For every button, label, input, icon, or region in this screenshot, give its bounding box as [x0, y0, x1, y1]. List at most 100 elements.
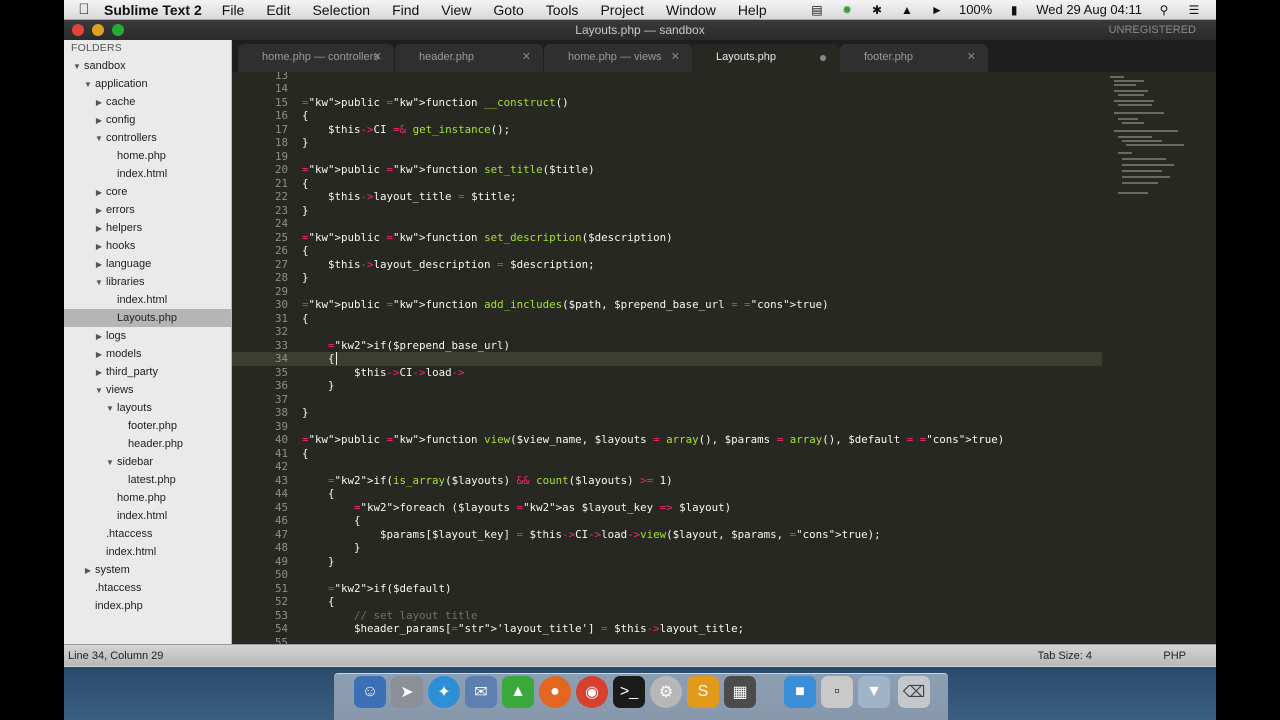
sidebar-item[interactable]: ▶ logs	[64, 327, 231, 346]
code-line[interactable]: ="kw2">if(is_array($layouts) && count($l…	[302, 474, 673, 488]
tab-home-views[interactable]: home.php — views ✕	[544, 44, 692, 72]
syntax-selector[interactable]: PHP	[1163, 645, 1186, 667]
code-line[interactable]: {	[302, 312, 309, 326]
disclosure-closed-icon[interactable]: ▶	[94, 184, 104, 202]
code-line[interactable]: ="kw2">if($prepend_base_url)	[302, 339, 510, 353]
chrome-icon[interactable]: ◉	[576, 676, 608, 708]
disclosure-closed-icon[interactable]: ▶	[94, 346, 104, 364]
volume-icon[interactable]: ►	[929, 3, 945, 17]
menu-file[interactable]: File	[222, 2, 245, 18]
disclosure-open-icon[interactable]: ▼	[105, 454, 115, 472]
code-line[interactable]: {	[302, 177, 309, 191]
disclosure-open-icon[interactable]: ▼	[94, 274, 104, 292]
sidebar-item[interactable]: home.php	[64, 147, 231, 165]
sidebar-item[interactable]: footer.php	[64, 417, 231, 435]
disclosure-open-icon[interactable]: ▼	[83, 76, 93, 94]
disclosure-closed-icon[interactable]: ▶	[94, 202, 104, 220]
battery-icon[interactable]: ▮	[1006, 3, 1022, 17]
tab-header[interactable]: header.php ✕	[395, 44, 543, 72]
menu-help[interactable]: Help	[738, 2, 767, 18]
code-line[interactable]: }	[302, 379, 335, 393]
disclosure-closed-icon[interactable]: ▶	[94, 112, 104, 130]
sidebar-item[interactable]: ▼ sidebar	[64, 453, 231, 472]
menu-edit[interactable]: Edit	[266, 2, 290, 18]
downloads-folder-icon[interactable]: ▼	[858, 676, 890, 708]
menu-project[interactable]: Project	[600, 2, 644, 18]
sidebar-item[interactable]: index.html	[64, 165, 231, 183]
sidebar-item[interactable]: ▶ system	[64, 561, 231, 580]
code-line[interactable]: ="kw">public ="kw">function set_title($t…	[302, 163, 595, 177]
spotlight-search-icon[interactable]: ⚲	[1156, 3, 1172, 17]
sidebar-item[interactable]: ▶ helpers	[64, 219, 231, 237]
code-line[interactable]: ="kw">public ="kw">function set_descript…	[302, 231, 673, 245]
code-line[interactable]: {	[302, 595, 335, 609]
mail-icon[interactable]: ✉	[465, 676, 497, 708]
clock[interactable]: Wed 29 Aug 04:11	[1036, 2, 1142, 17]
disclosure-closed-icon[interactable]: ▶	[94, 256, 104, 274]
sidebar-item[interactable]: ▶ errors	[64, 201, 231, 220]
disclosure-closed-icon[interactable]: ▶	[83, 562, 93, 580]
documents-stack-icon[interactable]: ▫	[821, 676, 853, 708]
code-line[interactable]: $this->layout_title = $title;	[302, 190, 517, 204]
code-line[interactable]: $this->layout_description = $description…	[302, 258, 595, 272]
sidebar-item[interactable]: ▶ hooks	[64, 237, 231, 255]
sidebar-item[interactable]: ▶ language	[64, 255, 231, 274]
code-line[interactable]: // set layout title	[302, 609, 478, 623]
trash-icon[interactable]: ⌫	[898, 676, 930, 708]
sidebar-item[interactable]: ▶ models	[64, 345, 231, 364]
close-tab-icon[interactable]: ✕	[671, 44, 680, 70]
code-line[interactable]: ="kw2">foreach ($layouts ="kw2">as $layo…	[302, 501, 731, 515]
app-name-menu[interactable]: Sublime Text 2	[104, 2, 202, 18]
sidebar-item[interactable]: .htaccess	[64, 525, 231, 543]
code-line[interactable]: {	[302, 514, 361, 528]
sidebar-item[interactable]: ▼ views	[64, 381, 231, 400]
firefox-icon[interactable]: ●	[539, 676, 571, 708]
disclosure-open-icon[interactable]: ▼	[105, 400, 115, 418]
sidebar-item[interactable]: index.php	[64, 597, 231, 615]
disclosure-open-icon[interactable]: ▼	[94, 130, 104, 148]
code-line[interactable]: {	[302, 487, 335, 501]
code-line[interactable]: $params[$layout_key] = $this->CI->load->…	[302, 528, 881, 542]
safari-icon[interactable]: ✦	[428, 676, 460, 708]
disclosure-closed-icon[interactable]: ▶	[94, 364, 104, 382]
applications-folder-icon[interactable]: ■	[784, 676, 816, 708]
code-line[interactable]: {	[302, 244, 309, 258]
disclosure-closed-icon[interactable]: ▶	[94, 94, 104, 112]
apple-icon[interactable]: 	[64, 1, 104, 18]
code-line[interactable]: $header_params[="str">'layout_title'] = …	[302, 622, 744, 636]
unsaved-dot-icon[interactable]	[820, 55, 826, 61]
disclosure-open-icon[interactable]: ▼	[94, 382, 104, 400]
menu-tools[interactable]: Tools	[546, 2, 579, 18]
code-line[interactable]: }	[302, 555, 335, 569]
close-tab-icon[interactable]: ✕	[373, 44, 382, 70]
system-preferences-icon[interactable]: ⚙	[650, 676, 682, 708]
vpn-icon[interactable]: ✹	[839, 3, 855, 17]
sidebar-item[interactable]: ▶ core	[64, 183, 231, 202]
tab-size-selector[interactable]: Tab Size: 4	[1038, 645, 1092, 667]
code-line[interactable]: }	[302, 271, 309, 285]
launchpad-icon[interactable]: ➤	[391, 676, 423, 708]
tab-home-controllers[interactable]: home.php — controllers ✕	[238, 44, 394, 72]
sidebar-item[interactable]: latest.php	[64, 471, 231, 489]
sidebar-item[interactable]: index.html	[64, 507, 231, 525]
disclosure-closed-icon[interactable]: ▶	[94, 328, 104, 346]
menu-view[interactable]: View	[441, 2, 471, 18]
code-editor[interactable]: 13 14 15 ="kw">public ="kw">function __con…	[232, 72, 1216, 644]
sidebar-item[interactable]: ▼ application	[64, 75, 231, 94]
code-line[interactable]: ="kw">public ="kw">function __construct(…	[302, 96, 569, 110]
terminal-icon[interactable]: >_	[613, 676, 645, 708]
code-line[interactable]: {	[302, 109, 309, 123]
sidebar-item[interactable]: .htaccess	[64, 579, 231, 597]
sidebar-item[interactable]: ▶ third_party	[64, 363, 231, 382]
sidebar-item[interactable]: home.php	[64, 489, 231, 507]
code-line[interactable]: }	[302, 204, 309, 218]
menu-selection[interactable]: Selection	[312, 2, 370, 18]
tab-footer[interactable]: footer.php ✕	[840, 44, 988, 72]
sidebar-item[interactable]: ▼ layouts	[64, 399, 231, 418]
camera-icon[interactable]: ▤	[809, 3, 825, 17]
menu-goto[interactable]: Goto	[493, 2, 523, 18]
sidebar-item[interactable]: index.html	[64, 291, 231, 309]
menu-find[interactable]: Find	[392, 2, 419, 18]
code-line[interactable]: ="kw">public ="kw">function view($view_n…	[302, 433, 1004, 447]
sidebar-item[interactable]: ▼ libraries	[64, 273, 231, 292]
